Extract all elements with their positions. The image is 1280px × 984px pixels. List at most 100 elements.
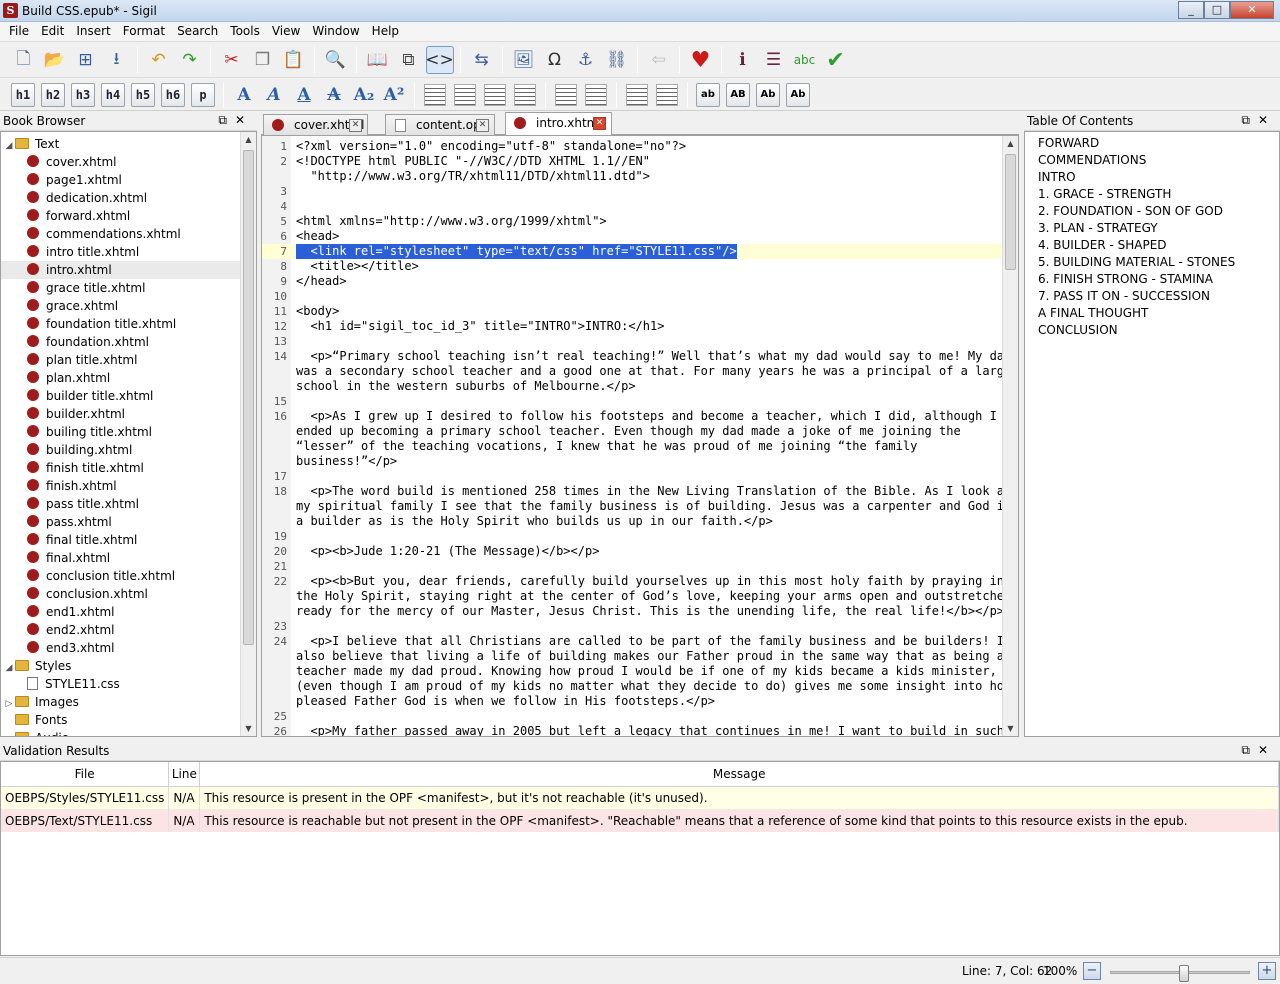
- code-line[interactable]: 25: [262, 709, 1002, 724]
- file-item[interactable]: pass title.xhtml: [1, 495, 241, 513]
- toc-item[interactable]: 4. BUILDER - SHAPED: [1025, 237, 1279, 254]
- code-line[interactable]: 17: [262, 469, 1002, 484]
- code-line[interactable]: 18 <p>The word build is mentioned 258 ti…: [262, 484, 1012, 499]
- split-view-icon[interactable]: ⧉: [395, 46, 423, 74]
- insert-special-char-icon[interactable]: Ω: [541, 46, 569, 74]
- heading-4-button[interactable]: h4: [101, 82, 125, 107]
- anchor-icon[interactable]: ⚓: [572, 46, 600, 74]
- toc-item[interactable]: CONCLUSION: [1025, 322, 1279, 339]
- back-arrow-icon[interactable]: ⇦: [645, 46, 673, 74]
- redo-icon[interactable]: ↷: [176, 46, 204, 74]
- code-line[interactable]: "http://www.w3.org/TR/xhtml11/DTD/xhtml1…: [262, 169, 1002, 184]
- justify-icon[interactable]: [514, 83, 536, 106]
- panel-controls-icon[interactable]: ⧉✕: [1241, 113, 1276, 128]
- code-line[interactable]: 21: [262, 559, 1002, 574]
- add-file-icon[interactable]: ⊞: [72, 46, 100, 74]
- code-line[interactable]: 16 <p>As I grew up I desired to follow h…: [262, 409, 1002, 424]
- zoom-slider[interactable]: [1110, 965, 1250, 982]
- align-center-icon[interactable]: [454, 83, 476, 106]
- undo-icon[interactable]: ↶: [145, 46, 173, 74]
- close-window-button[interactable]: ✕: [1230, 1, 1274, 19]
- open-folder-icon[interactable]: 📂: [41, 46, 69, 74]
- insert-image-icon[interactable]: 🖼: [510, 46, 538, 74]
- tab-content-opf[interactable]: content.opf ✕: [385, 114, 495, 135]
- file-item[interactable]: page1.xhtml: [1, 171, 241, 189]
- split-chapter-icon[interactable]: ⇆: [468, 46, 496, 74]
- zoom-out-button[interactable]: −: [1083, 962, 1101, 980]
- superscript-icon[interactable]: A²: [382, 83, 406, 107]
- file-item[interactable]: cover.xhtml: [1, 153, 241, 171]
- scroll-up-icon[interactable]: ▲: [241, 132, 256, 147]
- column-header-line[interactable]: Line: [168, 762, 201, 787]
- column-header-file[interactable]: File: [1, 762, 170, 787]
- code-line[interactable]: 11 <body>: [262, 304, 1002, 319]
- code-line[interactable]: 10: [262, 289, 1002, 304]
- toc-item[interactable]: 5. BUILDING MATERIAL - STONES: [1025, 254, 1279, 271]
- file-item[interactable]: conclusion.xhtml: [1, 585, 241, 603]
- scroll-thumb[interactable]: [243, 150, 254, 645]
- code-line[interactable]: pleased Father God is when we follow in …: [262, 694, 1002, 709]
- tab-intro[interactable]: intro.xhtml ✕: [505, 112, 612, 136]
- file-item[interactable]: dedication.xhtml: [1, 189, 241, 207]
- toc-item[interactable]: COMMENDATIONS: [1025, 152, 1279, 169]
- spellcheck-icon[interactable]: abc: [791, 46, 819, 74]
- file-item[interactable]: final.xhtml: [1, 549, 241, 567]
- file-item[interactable]: plan.xhtml: [1, 369, 241, 387]
- file-item[interactable]: foundation title.xhtml: [1, 315, 241, 333]
- subscript-icon[interactable]: A₂: [352, 83, 376, 107]
- link-icon[interactable]: ⛓: [603, 46, 631, 74]
- code-line[interactable]: 1 <?xml version="1.0" encoding="utf-8" st…: [262, 139, 1002, 154]
- column-header-message[interactable]: Message: [199, 762, 1279, 787]
- metadata-editor-icon[interactable]: ℹ: [729, 46, 757, 74]
- code-line[interactable]: 23: [262, 619, 1002, 634]
- toc-item[interactable]: 7. PASS IT ON - SUCCESSION: [1025, 288, 1279, 305]
- code-line[interactable]: a builder as is the Holy Spirit who buil…: [262, 514, 1002, 529]
- menu-help[interactable]: Help: [366, 22, 405, 41]
- file-item[interactable]: finish title.xhtml: [1, 459, 241, 477]
- file-item[interactable]: grace title.xhtml: [1, 279, 241, 297]
- maximize-button[interactable]: □: [1204, 1, 1230, 19]
- code-line[interactable]: was a secondary school teacher and a goo…: [262, 364, 1011, 379]
- close-tab-icon[interactable]: ✕: [593, 117, 606, 130]
- scroll-thumb[interactable]: [1005, 154, 1016, 270]
- code-line[interactable]: 15: [262, 394, 1002, 409]
- code-line[interactable]: 20 <p><b>Jude 1:20-21 (The Message)</b><…: [262, 544, 1002, 559]
- copy-icon[interactable]: ❐: [249, 46, 277, 74]
- table-row[interactable]: OEBPS/Text/STYLE11.css N/A This resource i…: [1, 809, 1279, 832]
- file-item[interactable]: STYLE11.css: [1, 675, 241, 693]
- code-line[interactable]: 2 <!DOCTYPE html PUBLIC "-//W3C//DTD XHTM…: [262, 154, 1002, 169]
- file-item[interactable]: intro title.xhtml: [1, 243, 241, 261]
- toc-item[interactable]: FORWARD: [1025, 135, 1279, 152]
- code-line[interactable]: 8 <title></title>: [262, 259, 1002, 274]
- book-browser-scrollbar[interactable]: ▲ ▼: [240, 132, 256, 736]
- menu-file[interactable]: File: [3, 22, 35, 41]
- save-icon[interactable]: ⭳: [103, 46, 131, 74]
- panel-controls-icon[interactable]: ⧉✕: [1241, 743, 1276, 758]
- code-line[interactable]: 13: [262, 334, 1002, 349]
- toc-editor-icon[interactable]: ☰: [760, 46, 788, 74]
- file-item[interactable]: commendations.xhtml: [1, 225, 241, 243]
- menu-search[interactable]: Search: [171, 22, 224, 41]
- heading-1-button[interactable]: h1: [11, 82, 35, 107]
- code-line[interactable]: “lesser” of the teaching vocations, I kn…: [262, 439, 1002, 454]
- cut-icon[interactable]: ✂: [218, 46, 246, 74]
- code-line[interactable]: school in the western suburbs of Melbour…: [262, 379, 1002, 394]
- underline-icon[interactable]: A: [292, 83, 316, 107]
- code-line[interactable]: teacher made my dad proud. Knowing how p…: [262, 664, 1002, 679]
- file-item[interactable]: end1.xhtml: [1, 603, 241, 621]
- align-right-icon[interactable]: [484, 83, 506, 106]
- book-view-icon[interactable]: 📖: [364, 46, 392, 74]
- folder-fonts[interactable]: Fonts: [1, 711, 241, 729]
- folder-styles[interactable]: ◢ Styles: [1, 657, 241, 675]
- uppercase-button[interactable]: AB: [726, 82, 750, 107]
- italic-icon[interactable]: A: [262, 83, 286, 107]
- toc-item[interactable]: 3. PLAN - STRATEGY: [1025, 220, 1279, 237]
- file-item[interactable]: end2.xhtml: [1, 621, 241, 639]
- file-item[interactable]: builing title.xhtml: [1, 423, 241, 441]
- code-line[interactable]: 3: [262, 184, 1002, 199]
- file-item[interactable]: intro.xhtml: [1, 261, 241, 279]
- minimize-button[interactable]: _: [1178, 1, 1204, 19]
- scroll-up-icon[interactable]: ▲: [1003, 136, 1018, 151]
- decrease-indent-icon[interactable]: [626, 83, 648, 106]
- code-line[interactable]: 26 <p>My father passed away in 2005 but …: [262, 724, 1018, 736]
